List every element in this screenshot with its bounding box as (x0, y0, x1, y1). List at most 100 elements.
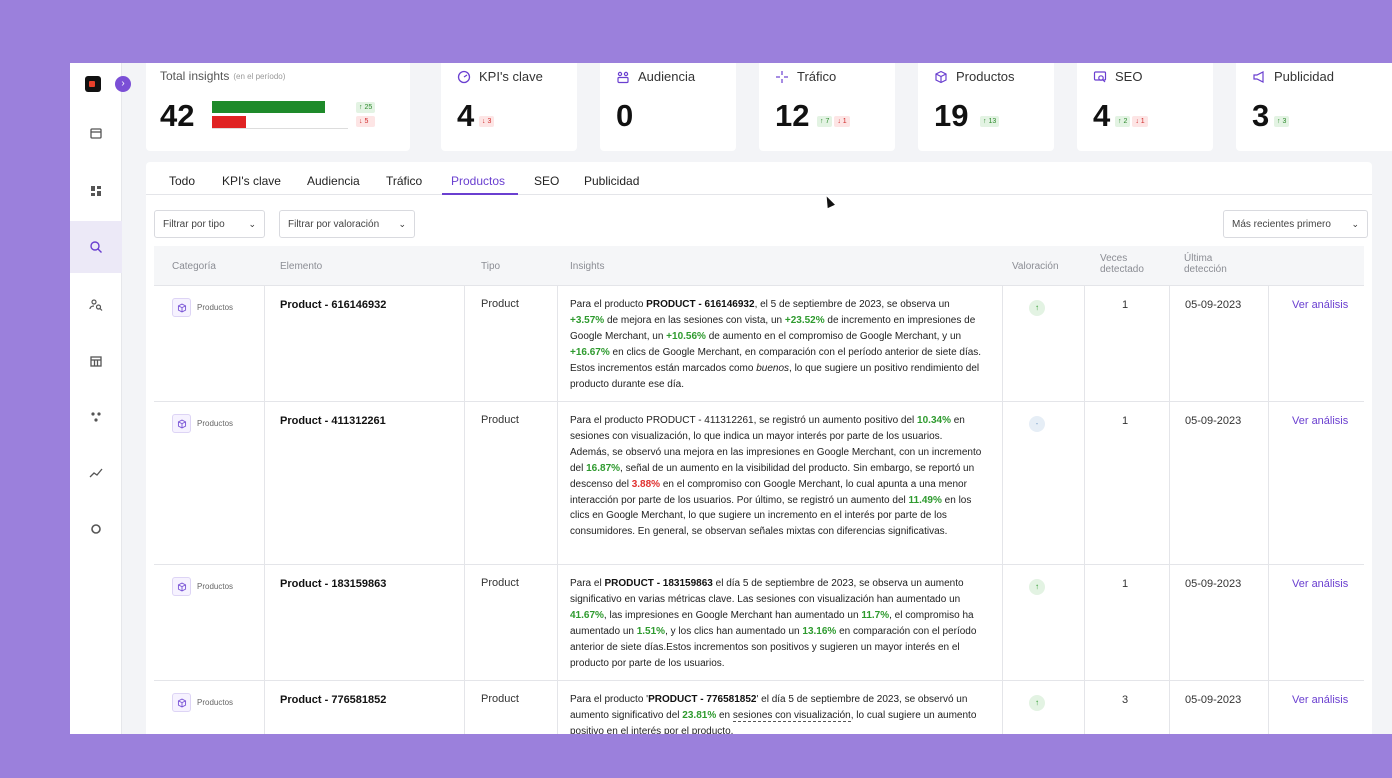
kpi-up-badge: ↑ 25 (356, 102, 376, 113)
element-name: Product - 616146932 (280, 299, 387, 311)
sidebar (70, 63, 122, 734)
kpi-card-kpis-clave[interactable]: KPI's clave 4 ↓ 3 (441, 63, 577, 151)
insight-text: Para el producto 'PRODUCT - 776581852' e… (570, 694, 977, 734)
box-icon (934, 70, 948, 84)
col-tipo: Tipo (481, 261, 501, 272)
element-name: Product - 776581852 (280, 694, 387, 706)
kpi-title: Total insights (160, 69, 230, 83)
rating-badge: ↑ (1029, 695, 1045, 711)
category-tabs: Todo KPI's clave Audiencia Tráfico Produ… (146, 162, 1372, 195)
active-tab-indicator (442, 193, 518, 195)
col-veces: Veces detectado (1100, 253, 1144, 275)
element-type: Product (481, 298, 519, 310)
funnel-icon[interactable] (70, 391, 122, 443)
table-row: Productos Product - 616146932 Product Pa… (154, 286, 1364, 402)
table-icon[interactable] (70, 335, 122, 387)
filter-rating-select[interactable]: Filtrar por valoración ⌄ (279, 210, 415, 238)
filter-rating-label: Filtrar por valoración (288, 218, 380, 230)
kpi-card-seo[interactable]: SEO 4 ↑ 2 ↓ 1 (1077, 63, 1213, 151)
dashboard-icon[interactable] (70, 165, 122, 217)
kpi-card-total[interactable]: Total insights (en el período) 42 ↑ 25 ↓… (146, 63, 410, 151)
view-analysis-link[interactable]: Ver análisis (1292, 578, 1348, 590)
insights-panel: Todo KPI's clave Audiencia Tráfico Produ… (146, 162, 1372, 734)
tab-kpis-clave[interactable]: KPI's clave (222, 174, 281, 188)
box-icon (172, 577, 191, 596)
box-icon (172, 414, 191, 433)
rating-badge: ↑ (1029, 300, 1045, 316)
kpi-value: 12 (775, 98, 810, 133)
kpi-value: 42 (160, 98, 195, 133)
sort-label: Más recientes primero (1232, 218, 1331, 230)
kpi-title: Productos (956, 69, 1015, 84)
app-logo[interactable] (85, 76, 101, 92)
tab-seo[interactable]: SEO (534, 174, 559, 188)
element-type: Product (481, 693, 519, 705)
gauge-icon (457, 70, 471, 84)
view-analysis-link[interactable]: Ver análisis (1292, 415, 1348, 427)
tab-audiencia[interactable]: Audiencia (307, 174, 360, 188)
kpi-title: Tráfico (797, 69, 837, 84)
tab-trafico[interactable]: Tráfico (386, 174, 422, 188)
kpi-card-productos[interactable]: Productos 19 ↑ 13 (918, 63, 1054, 151)
calendar-icon[interactable] (70, 107, 122, 159)
table-row: Productos Product - 776581852 Product Pa… (154, 681, 1364, 734)
kpi-card-trafico[interactable]: Tráfico 12 ↑ 7 ↓ 1 (759, 63, 895, 151)
kpi-up-badge: ↑ 7 (817, 116, 833, 127)
tab-todo[interactable]: Todo (169, 174, 195, 188)
last-detection-date: 05-09-2023 (1185, 694, 1242, 706)
tab-productos[interactable]: Productos (451, 174, 505, 188)
trend-icon[interactable] (70, 447, 122, 499)
chevron-down-icon: ⌄ (398, 218, 406, 229)
box-icon (172, 693, 191, 712)
tab-publicidad[interactable]: Publicidad (584, 174, 639, 188)
table-row: Productos Product - 183159863 Product Pa… (154, 565, 1364, 681)
filter-type-select[interactable]: Filtrar por tipo ⌄ (154, 210, 265, 238)
category-cell: Productos (172, 693, 233, 712)
app-window: › Total insights (en el período) 42 ↑ 25… (70, 63, 1392, 734)
insight-text: Para el producto PRODUCT - 411312261, se… (570, 415, 982, 538)
filter-type-label: Filtrar por tipo (163, 218, 225, 230)
view-analysis-link[interactable]: Ver análisis (1292, 299, 1348, 311)
insights-search-icon[interactable] (70, 221, 122, 273)
kpi-down-badge: ↓ 5 (356, 116, 376, 127)
sparkle-icon (775, 70, 789, 84)
col-elemento: Elemento (280, 261, 323, 272)
bar-up-segment (212, 101, 325, 113)
category-label: Productos (197, 582, 234, 591)
times-detected: 1 (1122, 578, 1129, 590)
category-cell: Productos (172, 414, 233, 433)
kpi-value: 4 (457, 98, 475, 133)
col-categoria: Categoría (172, 261, 216, 272)
category-cell: Productos (172, 577, 233, 596)
settings-icon[interactable] (70, 503, 122, 555)
sidebar-toggle-button[interactable]: › (115, 76, 131, 92)
audience-icon (616, 70, 630, 84)
table-row: Productos Product - 411312261 Product Pa… (154, 402, 1364, 565)
seo-icon (1093, 70, 1107, 84)
table-header: Categoría Elemento Tipo Insights Valorac… (154, 246, 1364, 286)
kpi-up-badge: ↑ 3 (1274, 116, 1290, 127)
chevron-down-icon: ⌄ (1351, 218, 1359, 229)
kpi-subtitle: (en el período) (233, 71, 286, 81)
col-ultima: Última detección (1184, 253, 1227, 275)
kpi-down-badge: ↓ 1 (1132, 116, 1148, 127)
kpi-title: KPI's clave (479, 69, 543, 84)
user-search-icon[interactable] (70, 279, 122, 331)
view-analysis-link[interactable]: Ver análisis (1292, 694, 1348, 706)
kpi-card-audiencia[interactable]: Audiencia 0 (600, 63, 736, 151)
element-name: Product - 183159863 (280, 578, 387, 590)
kpi-value: 19 (934, 98, 969, 133)
kpi-up-badge: ↑ 13 (980, 116, 1000, 127)
element-name: Product - 411312261 (280, 415, 386, 427)
box-icon (172, 298, 191, 317)
sort-select[interactable]: Más recientes primero ⌄ (1223, 210, 1368, 238)
category-label: Productos (197, 303, 234, 312)
category-label: Productos (197, 698, 234, 707)
times-detected: 1 (1122, 415, 1129, 427)
kpi-down-badge: ↓ 3 (479, 116, 495, 127)
kpi-card-publicidad[interactable]: Publicidad 3 ↑ 3 (1236, 63, 1392, 151)
last-detection-date: 05-09-2023 (1185, 578, 1242, 590)
chevron-down-icon: ⌄ (248, 218, 256, 229)
kpi-title: SEO (1115, 69, 1143, 84)
col-insights: Insights (570, 261, 605, 272)
